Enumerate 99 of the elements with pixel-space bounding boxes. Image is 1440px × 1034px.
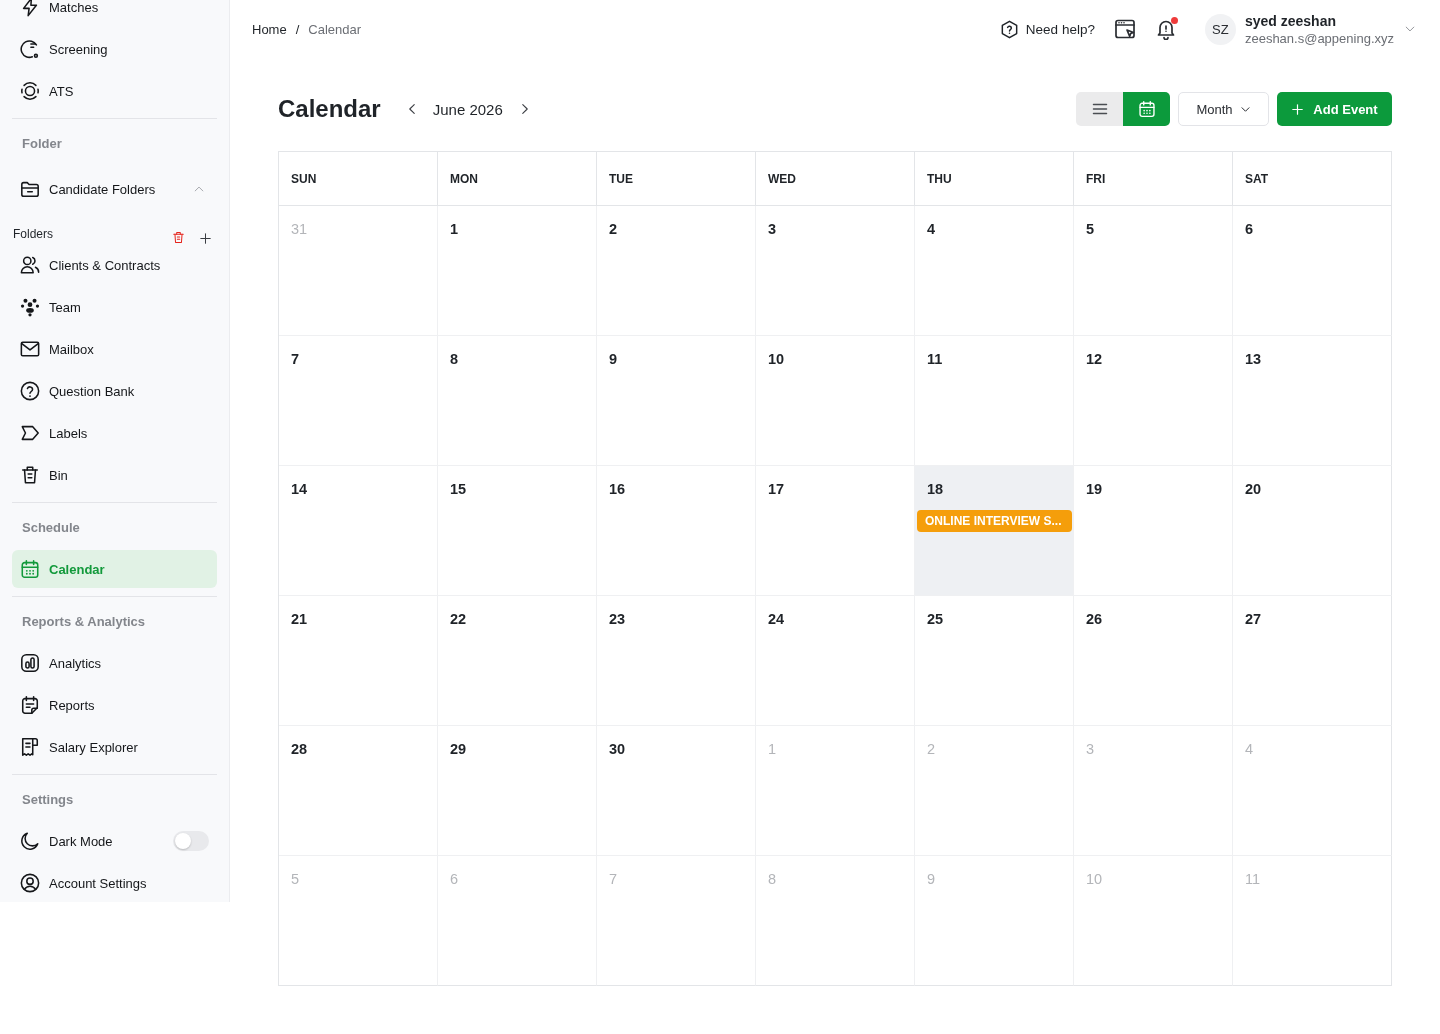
day-number: 10 bbox=[768, 351, 785, 367]
section-heading: Settings bbox=[21, 791, 75, 809]
bar-chart-icon bbox=[20, 653, 40, 673]
breadcrumb-current: Calendar bbox=[308, 21, 362, 37]
receipt-icon bbox=[20, 737, 40, 757]
day-number: 21 bbox=[291, 611, 308, 627]
calendar-icon bbox=[1137, 100, 1156, 118]
day-number: 23 bbox=[609, 611, 626, 627]
day-number: 8 bbox=[450, 351, 459, 367]
add-event-button[interactable]: Add Event bbox=[1277, 92, 1392, 126]
user-avatar: SZ bbox=[1204, 13, 1236, 45]
user-circle-icon bbox=[20, 873, 40, 893]
day-number: 16 bbox=[609, 481, 626, 497]
day-number: 12 bbox=[1086, 351, 1103, 367]
day-number: 1 bbox=[768, 741, 777, 757]
day-number: 2 bbox=[927, 741, 936, 757]
breadcrumb-separator: / bbox=[295, 21, 300, 37]
browser-button[interactable] bbox=[1113, 18, 1136, 40]
day-number: 7 bbox=[609, 871, 618, 887]
day-number: 6 bbox=[1245, 221, 1254, 237]
sidebar-label: Dark Mode bbox=[49, 833, 113, 849]
user-email: zeeshan.s@appening.xyz bbox=[1244, 29, 1394, 47]
day-number: 25 bbox=[927, 611, 944, 627]
section-heading: Folder bbox=[21, 135, 63, 153]
sidebar-item[interactable]: Mailbox bbox=[12, 330, 217, 368]
people-icon bbox=[20, 297, 40, 317]
day-number: 24 bbox=[768, 611, 785, 627]
sidebar-item[interactable]: Salary Explorer bbox=[12, 728, 217, 766]
moon-icon bbox=[20, 831, 40, 851]
day-number: 4 bbox=[1245, 741, 1254, 757]
day-number: 29 bbox=[450, 741, 467, 757]
users-icon bbox=[20, 255, 40, 275]
day-number: 17 bbox=[768, 481, 785, 497]
day-number: 11 bbox=[927, 351, 943, 367]
sidebar-item[interactable]: Question Bank bbox=[12, 372, 217, 410]
day-number: 3 bbox=[1086, 741, 1095, 757]
day-number: 11 bbox=[1245, 871, 1261, 887]
toggle-switch[interactable] bbox=[173, 831, 209, 851]
section-heading: Schedule bbox=[21, 519, 81, 537]
tag-icon bbox=[20, 423, 40, 443]
day-number: 28 bbox=[291, 741, 308, 757]
day-number: 4 bbox=[927, 221, 936, 237]
sidebar-item[interactable]: Team bbox=[12, 288, 217, 326]
sidebar-item[interactable]: Matches bbox=[12, 0, 217, 26]
sidebar-item[interactable]: Candidate Folders bbox=[12, 170, 217, 208]
day-number: 3 bbox=[768, 221, 777, 237]
sidebar-item[interactable]: Bin bbox=[12, 456, 217, 494]
folder-icon bbox=[20, 179, 40, 199]
view-range-dropdown[interactable]: Month bbox=[1178, 92, 1269, 126]
rings-icon bbox=[20, 81, 40, 101]
circle-lines-icon bbox=[20, 39, 40, 59]
day-number: 30 bbox=[609, 741, 626, 757]
user-name: syed zeeshan bbox=[1244, 11, 1336, 30]
breadcrumb-link[interactable]: Home bbox=[252, 21, 287, 37]
day-number: 7 bbox=[291, 351, 300, 367]
calendar-icon bbox=[20, 559, 40, 579]
day-number: 10 bbox=[1086, 871, 1103, 887]
sidebar-item[interactable]: Reports bbox=[12, 686, 217, 724]
sidebar-item[interactable]: Analytics bbox=[12, 644, 217, 682]
day-number: 2 bbox=[609, 221, 618, 237]
day-number: 1 bbox=[450, 221, 459, 237]
trash-icon[interactable] bbox=[172, 230, 185, 244]
day-number: 18 bbox=[927, 481, 944, 497]
list-view-button[interactable] bbox=[1076, 92, 1123, 126]
day-number: 13 bbox=[1245, 351, 1262, 367]
sidebar-item[interactable]: Account Settings bbox=[12, 864, 217, 902]
section-heading: Reports & Analytics bbox=[21, 613, 147, 631]
envelope-icon bbox=[20, 339, 40, 359]
folders-label: Folders bbox=[13, 227, 53, 241]
current-period: June 2026 bbox=[432, 100, 503, 118]
plus-icon[interactable] bbox=[199, 231, 212, 245]
page-title: Calendar bbox=[278, 95, 381, 123]
day-number: 19 bbox=[1086, 481, 1103, 497]
help-icon bbox=[999, 19, 1019, 39]
day-number: 22 bbox=[450, 611, 467, 627]
question-circle-icon bbox=[20, 381, 40, 401]
day-number: 5 bbox=[291, 871, 300, 887]
help-button[interactable]: Need help? bbox=[999, 19, 1095, 39]
sidebar-item[interactable]: Labels bbox=[12, 414, 217, 452]
notepad-icon bbox=[20, 695, 40, 715]
day-number: 20 bbox=[1245, 481, 1262, 497]
trash-icon bbox=[20, 465, 40, 485]
sidebar-item[interactable]: ATS bbox=[12, 72, 217, 110]
calendar-view-button[interactable] bbox=[1123, 92, 1170, 126]
day-number: 15 bbox=[450, 481, 467, 497]
day-number: 6 bbox=[450, 871, 459, 887]
day-number: 5 bbox=[1086, 221, 1095, 237]
day-number: 26 bbox=[1086, 611, 1103, 627]
plus-icon bbox=[1291, 102, 1305, 116]
day-number: 14 bbox=[291, 481, 308, 497]
sidebar-item[interactable]: Clients & Contracts bbox=[12, 246, 217, 284]
browser-cursor-icon bbox=[1113, 18, 1136, 40]
day-number: 31 bbox=[291, 221, 308, 237]
day-number: 27 bbox=[1245, 611, 1262, 627]
day-number: 9 bbox=[927, 871, 936, 887]
day-number: 8 bbox=[768, 871, 777, 887]
sidebar-item[interactable]: Screening bbox=[12, 30, 217, 68]
lightning-icon bbox=[20, 0, 40, 17]
day-number: 9 bbox=[609, 351, 618, 367]
